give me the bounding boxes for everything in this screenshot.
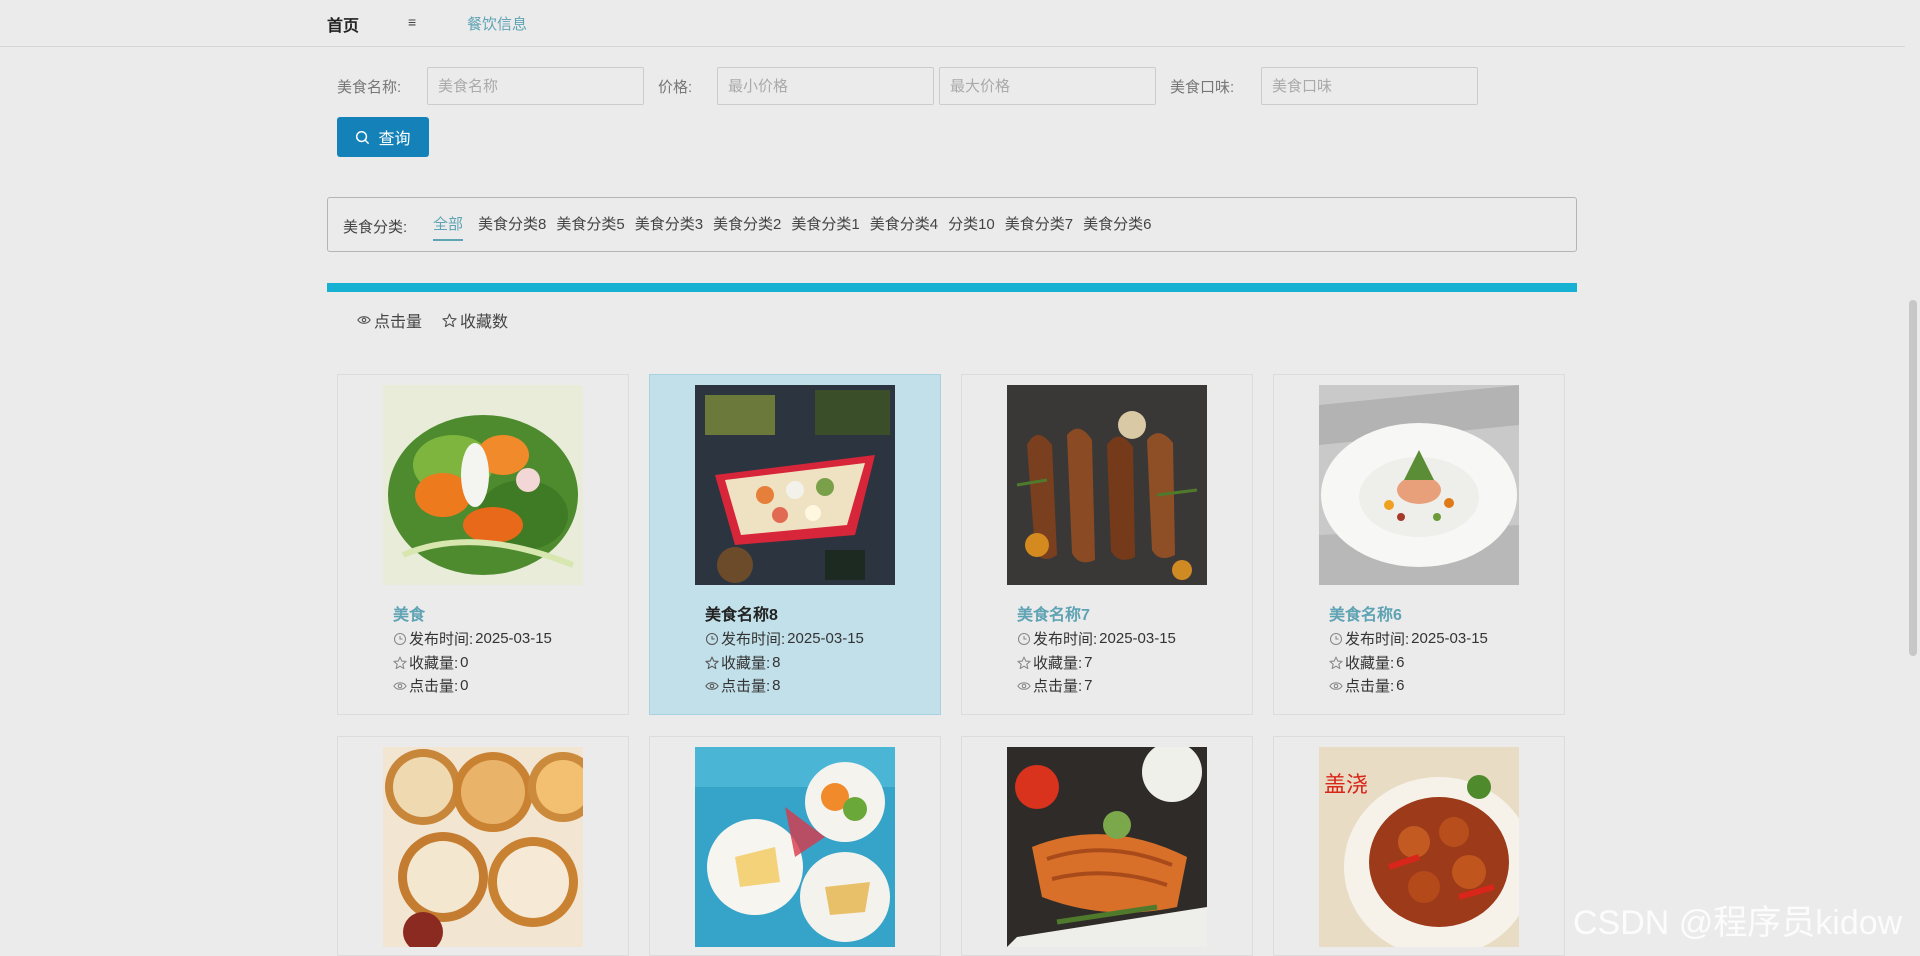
eye-icon bbox=[705, 681, 719, 690]
category-item[interactable]: 美食分类8 bbox=[473, 198, 551, 251]
food-card[interactable] bbox=[961, 736, 1253, 956]
food-card[interactable]: 盖浇 bbox=[1273, 736, 1565, 956]
search-icon bbox=[356, 130, 370, 144]
publish-time: 发布时间: 2025-03-15 bbox=[1017, 628, 1176, 649]
price-label: 价格: bbox=[658, 79, 693, 96]
food-card[interactable]: 美食名称8 发布时间: 2025-03-15 收藏量: 8 点击量: 8 bbox=[649, 374, 941, 715]
category-label: 美食分类: bbox=[343, 219, 408, 236]
star-icon bbox=[1329, 656, 1343, 669]
publish-time: 发布时间: 2025-03-15 bbox=[393, 628, 552, 649]
taste-input[interactable] bbox=[1261, 67, 1478, 105]
food-name-input[interactable] bbox=[427, 67, 644, 105]
top-navbar: 首页 ≡ 餐饮信息 bbox=[0, 0, 1920, 47]
menu-icon[interactable]: ≡ bbox=[408, 14, 416, 30]
nav-home-link[interactable]: 首页 bbox=[327, 12, 359, 36]
food-name[interactable]: 美食名称7 bbox=[1017, 601, 1090, 625]
clock-icon bbox=[1017, 632, 1031, 645]
favorite-count: 收藏量: 7 bbox=[1017, 652, 1093, 673]
food-image-kung-pao[interactable]: 盖浇 bbox=[1319, 747, 1519, 947]
svg-text:盖浇: 盖浇 bbox=[1324, 773, 1368, 798]
favorite-count: 收藏量: 0 bbox=[393, 652, 469, 673]
category-item[interactable]: 美食分类6 bbox=[1078, 198, 1156, 251]
favorite-count: 收藏量: 8 bbox=[705, 652, 781, 673]
food-name-label: 美食名称: bbox=[337, 79, 402, 96]
food-card[interactable] bbox=[337, 736, 629, 956]
eye-icon bbox=[393, 681, 407, 690]
food-image-sushi[interactable] bbox=[695, 385, 895, 585]
food-card[interactable]: 美食 发布时间: 2025-03-15 收藏量: 0 点击量: 0 bbox=[337, 374, 629, 715]
food-card[interactable] bbox=[649, 736, 941, 956]
scrollbar-thumb[interactable] bbox=[1909, 300, 1917, 656]
favorite-count: 收藏量: 6 bbox=[1329, 652, 1405, 673]
star-icon bbox=[442, 313, 457, 327]
click-count: 点击量: 8 bbox=[705, 675, 781, 696]
food-name[interactable]: 美食名称8 bbox=[705, 601, 778, 625]
category-item[interactable]: 美食分类3 bbox=[630, 198, 708, 251]
query-button-label: 查询 bbox=[378, 131, 411, 148]
eye-icon bbox=[1017, 681, 1031, 690]
taste-label: 美食口味: bbox=[1170, 79, 1235, 96]
eye-icon bbox=[1329, 681, 1343, 690]
clock-icon bbox=[1329, 632, 1343, 645]
watermark-text: CSDN @程序员kidow bbox=[1573, 904, 1903, 942]
star-icon bbox=[1017, 656, 1031, 669]
food-image-lamb-chops[interactable] bbox=[1007, 385, 1207, 585]
category-list: 全部 美食分类8 美食分类5 美食分类3 美食分类2 美食分类1 美食分类4 分… bbox=[423, 198, 1156, 251]
food-image-dim-sum[interactable] bbox=[383, 747, 583, 947]
food-image-salad[interactable] bbox=[383, 385, 583, 585]
click-count: 点击量: 6 bbox=[1329, 675, 1405, 696]
click-count: 点击量: 7 bbox=[1017, 675, 1093, 696]
query-button[interactable]: 查询 bbox=[337, 117, 429, 157]
sort-by-clicks[interactable]: 点击量 bbox=[357, 308, 422, 332]
category-item[interactable]: 美食分类4 bbox=[865, 198, 943, 251]
clock-icon bbox=[705, 632, 719, 645]
publish-time: 发布时间: 2025-03-15 bbox=[1329, 628, 1488, 649]
food-image-salmon[interactable] bbox=[1007, 747, 1207, 947]
food-name[interactable]: 美食名称6 bbox=[1329, 601, 1402, 625]
publish-time: 发布时间: 2025-03-15 bbox=[705, 628, 864, 649]
eye-icon bbox=[357, 316, 371, 324]
section-divider bbox=[327, 283, 1577, 292]
max-price-input[interactable] bbox=[939, 67, 1156, 105]
nav-food-info-link[interactable]: 餐饮信息 bbox=[467, 13, 527, 34]
min-price-input[interactable] bbox=[717, 67, 934, 105]
category-item[interactable]: 美食分类7 bbox=[1000, 198, 1078, 251]
star-icon bbox=[393, 656, 407, 669]
food-image-plated-dish[interactable] bbox=[1319, 385, 1519, 585]
food-name[interactable]: 美食 bbox=[393, 601, 425, 625]
category-item[interactable]: 美食分类1 bbox=[786, 198, 864, 251]
food-card[interactable]: 美食名称7 发布时间: 2025-03-15 收藏量: 7 点击量: 7 bbox=[961, 374, 1253, 715]
category-item[interactable]: 美食分类5 bbox=[551, 198, 629, 251]
food-image-desserts[interactable] bbox=[695, 747, 895, 947]
category-item[interactable]: 美食分类2 bbox=[708, 198, 786, 251]
sort-by-favorites[interactable]: 收藏数 bbox=[442, 308, 508, 332]
sort-options: 点击量 收藏数 bbox=[357, 308, 508, 332]
clock-icon bbox=[393, 632, 407, 645]
category-item-all[interactable]: 全部 bbox=[423, 198, 473, 251]
category-filter-bar: 美食分类: 全部 美食分类8 美食分类5 美食分类3 美食分类2 美食分类1 美… bbox=[327, 197, 1577, 252]
category-item[interactable]: 分类10 bbox=[943, 198, 1000, 251]
click-count: 点击量: 0 bbox=[393, 675, 469, 696]
food-card[interactable]: 美食名称6 发布时间: 2025-03-15 收藏量: 6 点击量: 6 bbox=[1273, 374, 1565, 715]
star-icon bbox=[705, 656, 719, 669]
